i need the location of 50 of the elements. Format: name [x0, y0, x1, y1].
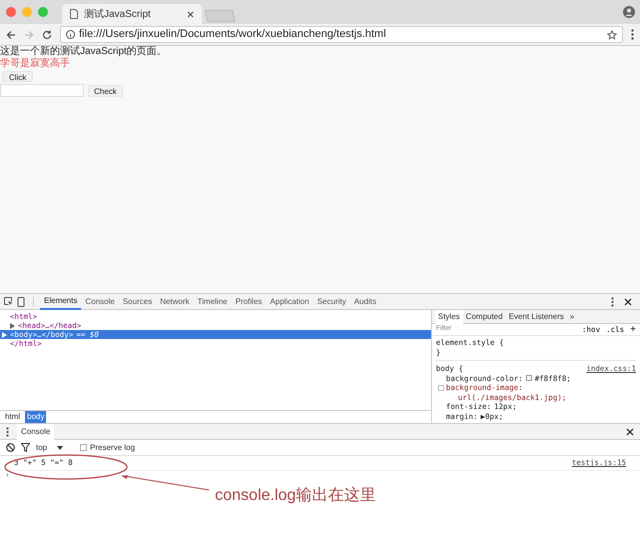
more-icon: [611, 296, 614, 306]
page-paragraph: 这是一个新的测试JavaScript的页面。: [0, 46, 167, 58]
devtools-tab[interactable]: Elements: [40, 294, 82, 310]
styles-tab[interactable]: Styles: [435, 310, 463, 324]
inspect-icon: [4, 297, 13, 306]
checkbox[interactable]: [438, 384, 444, 391]
new-tab-button[interactable]: [204, 10, 236, 22]
check-button[interactable]: Check: [88, 84, 123, 96]
styles-tab[interactable]: Computed: [462, 310, 506, 324]
filter-icon: [21, 443, 30, 452]
text-input[interactable]: [0, 84, 84, 97]
styles-tab[interactable]: Event Listeners: [506, 310, 567, 324]
device-icon: [17, 296, 25, 306]
account-icon: [623, 6, 635, 18]
subtitle-text: 学哥是寂寞高手: [0, 58, 70, 70]
breadcrumb[interactable]: body: [25, 411, 46, 423]
devtools-tab[interactable]: Sources: [118, 294, 156, 310]
dropdown-arrow-icon: [57, 446, 64, 450]
devtools-tab[interactable]: Console: [81, 294, 119, 310]
color-swatch[interactable]: [526, 375, 532, 382]
checkbox-label: Preserve log: [90, 442, 135, 454]
devtools-tab[interactable]: Application: [266, 294, 314, 310]
devtools-tab[interactable]: Timeline: [193, 294, 232, 310]
checkbox[interactable]: [80, 444, 87, 451]
console-prompt[interactable]: ›: [6, 470, 9, 479]
reload-icon: [42, 30, 52, 40]
devtools-tab[interactable]: Network: [156, 294, 194, 310]
more-icon: [6, 426, 9, 436]
context-select[interactable]: top: [36, 442, 74, 454]
devtools-tab[interactable]: Audits: [350, 294, 380, 310]
info-icon: [66, 30, 75, 39]
star-icon: [607, 30, 617, 40]
devtools-tab[interactable]: Security: [313, 294, 350, 310]
add-rule-button[interactable]: +: [630, 322, 636, 337]
annotation-text: console.log输出在这里: [215, 486, 376, 506]
back-icon: [6, 30, 16, 40]
more-tabs-button[interactable]: »: [570, 310, 574, 322]
breadcrumb[interactable]: html: [3, 411, 22, 423]
more-icon: [631, 29, 634, 40]
close-icon: [626, 428, 634, 436]
browser-tab[interactable]: 测试JavaScript: [62, 4, 202, 24]
clear-icon: [6, 443, 15, 452]
drawer-tab[interactable]: Console: [17, 424, 54, 440]
close-icon: [187, 10, 194, 18]
close-icon: [624, 298, 632, 306]
devtools-tab[interactable]: Profiles: [231, 294, 266, 310]
document-icon: [70, 9, 78, 19]
click-button[interactable]: Click: [2, 71, 34, 82]
forward-icon: [24, 30, 34, 40]
address-bar[interactable]: file:///Users/jinxuelin/Documents/work/xuebiancheng/testjs.html: [60, 26, 623, 43]
